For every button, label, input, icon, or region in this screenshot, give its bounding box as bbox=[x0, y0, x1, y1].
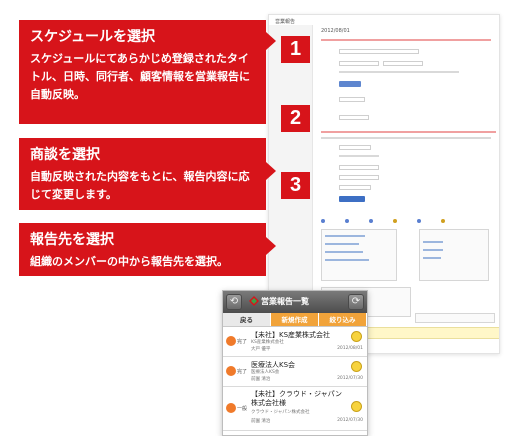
app-logo-icon bbox=[249, 296, 259, 306]
item-date: 2012/08/01 bbox=[337, 346, 363, 351]
radio-option[interactable] bbox=[417, 219, 421, 223]
radio-option[interactable] bbox=[393, 219, 397, 223]
status-icon bbox=[226, 366, 236, 376]
deal-field[interactable] bbox=[339, 145, 371, 150]
radio-option[interactable] bbox=[441, 219, 445, 223]
step-2-badge: 2 bbox=[281, 105, 310, 132]
list-item[interactable]: 完了 【未社】KS産業株式会社 KS産業株式会社 大戸 優平 2012/08/0… bbox=[223, 327, 367, 357]
item-date: 2012/07/30 bbox=[337, 418, 363, 423]
schedule-select-button[interactable] bbox=[339, 81, 361, 87]
companion-field[interactable] bbox=[339, 97, 365, 102]
radio-option[interactable] bbox=[369, 219, 373, 223]
step-1-badge: 1 bbox=[281, 36, 310, 63]
item-company: クラウド・ジャパン株式会社 bbox=[251, 410, 310, 415]
form-date: 2012/08/01 bbox=[321, 28, 350, 34]
list-item[interactable]: 一般 【未社】クラウド・ジャパン株式会社様 クラウド・ジャパン株式会社 前園 清… bbox=[223, 387, 367, 431]
deal-date-field[interactable] bbox=[339, 185, 371, 190]
deal-amount-field[interactable] bbox=[339, 175, 379, 180]
title-field[interactable] bbox=[339, 49, 419, 54]
callout-body: 組織のメンバーの中から報告先を選択。 bbox=[30, 255, 228, 268]
smiley-icon bbox=[351, 361, 362, 372]
deal-select-button[interactable] bbox=[339, 196, 365, 202]
form-warning bbox=[321, 131, 496, 133]
form-text-line bbox=[321, 137, 491, 139]
filter-button[interactable]: 絞り込み bbox=[319, 313, 367, 326]
callout-body: スケジュールにてあらかじめ登録されたタイトル、日時、同行者、顧客情報を営業報告に… bbox=[30, 52, 250, 101]
recipient-item bbox=[423, 249, 443, 251]
item-date: 2012/07/30 bbox=[337, 376, 363, 381]
action-buttons[interactable] bbox=[415, 313, 495, 323]
item-company: KS産業株式会社 bbox=[251, 340, 284, 345]
list-item[interactable]: 完了 医療法人KS会 医療法人KS会 前園 清治 2012/07/30 bbox=[223, 357, 367, 387]
recipient-item bbox=[423, 241, 443, 243]
form-title: 営業報告 bbox=[275, 19, 296, 25]
item-name: 【未社】クラウド・ジャパン株式会社様 bbox=[251, 390, 342, 407]
deal-stage-select[interactable] bbox=[339, 165, 379, 170]
step-3-badge: 3 bbox=[281, 172, 310, 199]
status-icon bbox=[226, 336, 236, 346]
recipient-item bbox=[423, 257, 441, 259]
back-button[interactable]: 戻る bbox=[223, 313, 271, 326]
member-item bbox=[325, 243, 359, 245]
radio-option[interactable] bbox=[345, 219, 349, 223]
recipient-list[interactable] bbox=[419, 229, 489, 281]
status-label: 一般 bbox=[237, 406, 248, 412]
callout-title: 商談を選択 bbox=[30, 147, 100, 163]
member-item bbox=[325, 259, 369, 261]
form-text-line bbox=[339, 71, 459, 73]
status-label: 完了 bbox=[237, 369, 248, 375]
customer-field[interactable] bbox=[339, 115, 369, 120]
mobile-title: 営業報告一覧 bbox=[261, 297, 309, 306]
refresh-icon[interactable]: ⟳ bbox=[348, 294, 364, 310]
callout-schedule: スケジュールを選択 スケジュールにてあらかじめ登録されたタイトル、日時、同行者、… bbox=[19, 20, 276, 124]
item-person: 前園 清治 bbox=[251, 377, 271, 382]
callout-recipient: 報告先を選択 組織のメンバーの中から報告先を選択。 bbox=[19, 223, 276, 276]
mobile-header: ⟲ 営業報告一覧 ⟳ bbox=[223, 291, 367, 313]
item-company: 医療法人KS会 bbox=[251, 370, 280, 375]
callout-body: 自動反映された内容をもとに、報告内容に応じて変更します。 bbox=[30, 170, 250, 201]
end-date-field[interactable] bbox=[383, 61, 423, 66]
mobile-report-list: ⟲ 営業報告一覧 ⟳ 戻る 新規作成 絞り込み 完了 【未社】KS産業株式会社 … bbox=[222, 290, 368, 436]
smiley-icon bbox=[351, 401, 362, 412]
status-icon bbox=[226, 403, 236, 413]
member-item bbox=[325, 251, 363, 253]
new-report-button[interactable]: 新規作成 bbox=[271, 313, 319, 326]
mobile-toolbar: 戻る 新規作成 絞り込み bbox=[223, 313, 367, 327]
form-text-line bbox=[339, 155, 379, 157]
radio-option[interactable] bbox=[321, 219, 325, 223]
member-item bbox=[325, 235, 365, 237]
callout-title: スケジュールを選択 bbox=[30, 29, 156, 45]
status-label: 完了 bbox=[237, 339, 248, 345]
smiley-icon bbox=[351, 331, 362, 342]
callout-deal: 商談を選択 自動反映された内容をもとに、報告内容に応じて変更します。 bbox=[19, 138, 276, 210]
callout-title: 報告先を選択 bbox=[30, 232, 114, 248]
start-date-field[interactable] bbox=[339, 61, 379, 66]
back-icon[interactable]: ⟲ bbox=[226, 294, 242, 310]
item-person: 大戸 優平 bbox=[251, 347, 271, 352]
form-hint bbox=[321, 39, 491, 41]
item-person: 前園 清治 bbox=[251, 419, 271, 424]
